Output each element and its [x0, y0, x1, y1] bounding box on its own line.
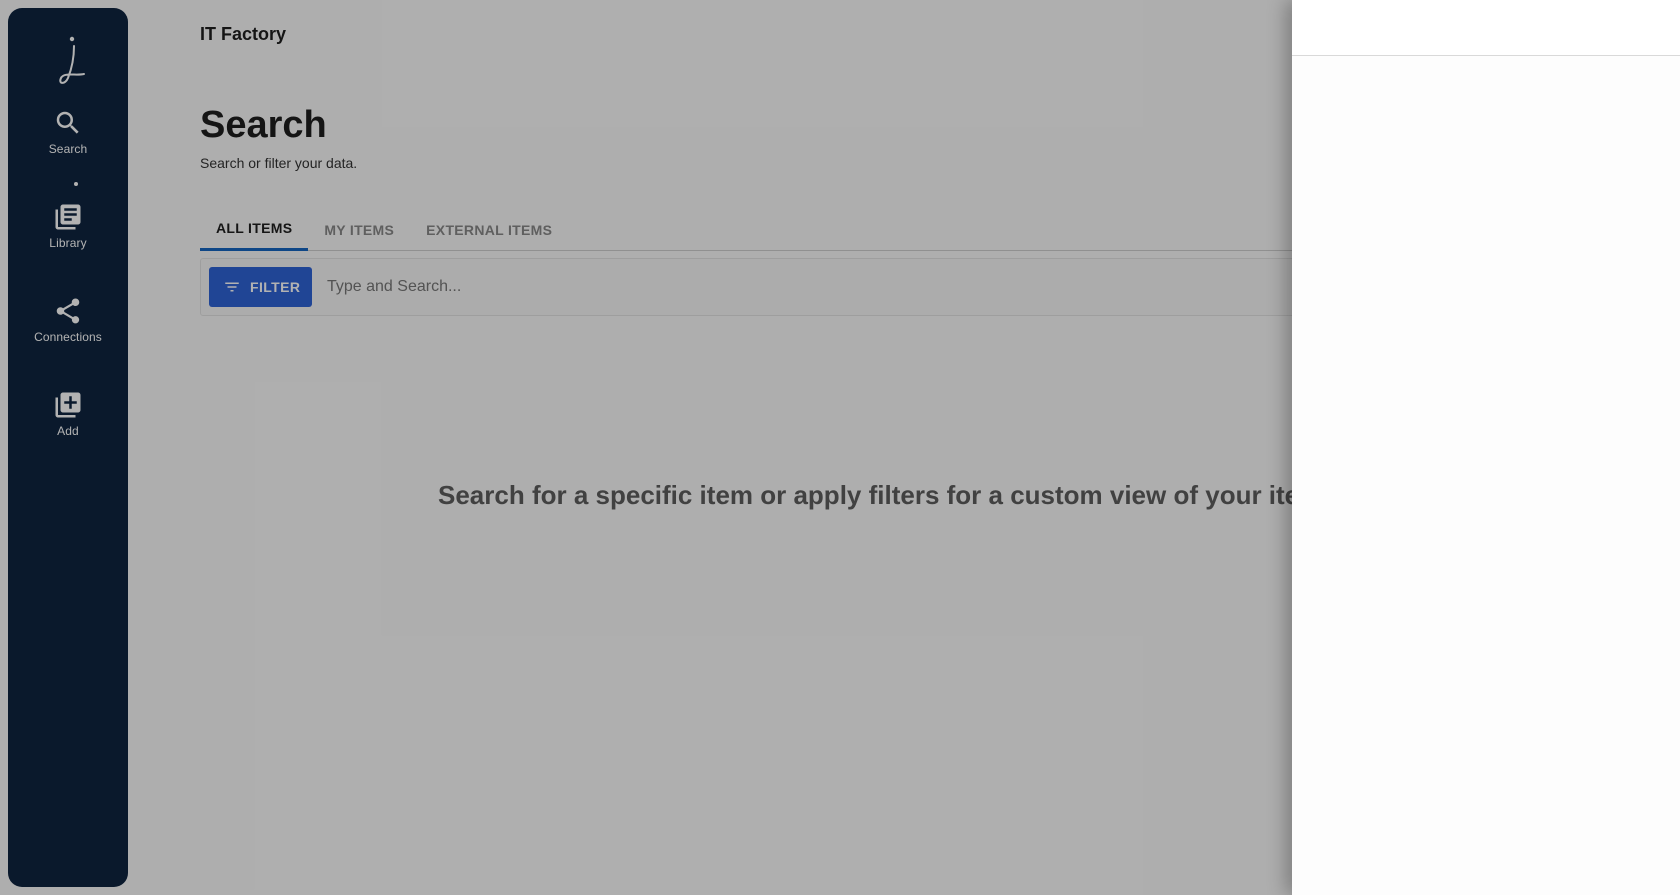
app-root: Search Library Connections Add IT Factor… [0, 0, 1680, 895]
drawer-header [1292, 0, 1680, 56]
side-drawer [1292, 0, 1680, 895]
